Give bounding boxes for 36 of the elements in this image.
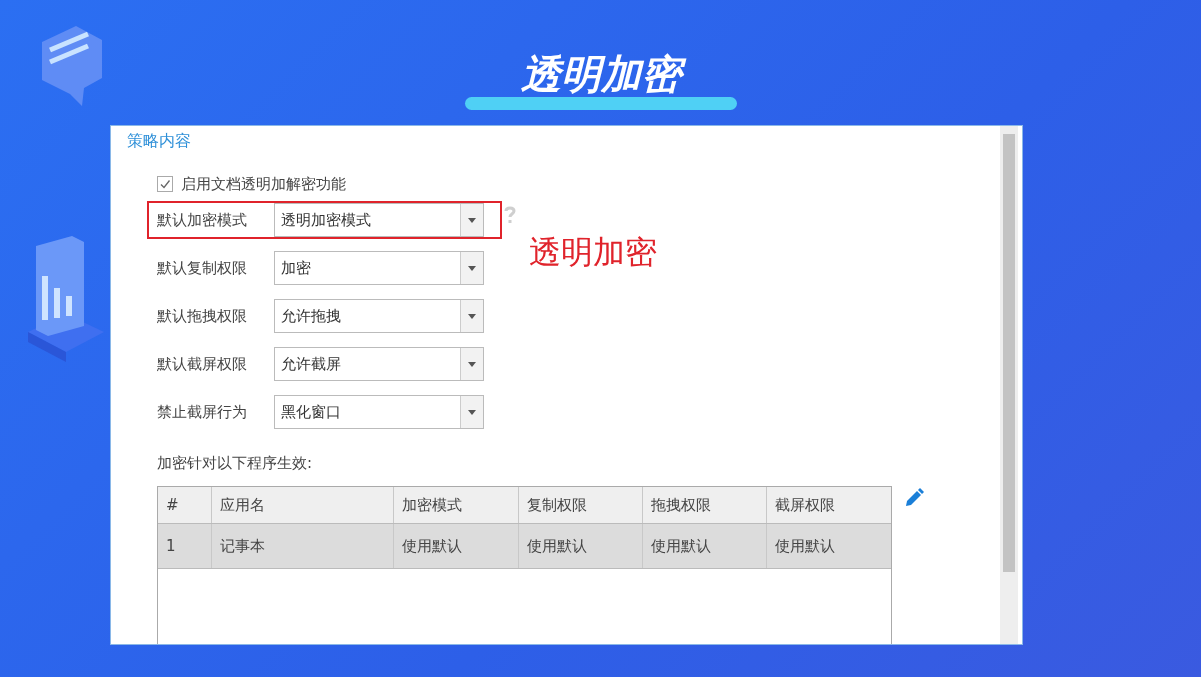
caret-icon xyxy=(468,409,476,415)
field-label: 默认拖拽权限 xyxy=(157,306,248,326)
field-label: 默认加密模式 xyxy=(157,210,248,230)
field-label: 默认截屏权限 xyxy=(157,354,248,374)
annotation-label: 透明加密 xyxy=(529,232,657,273)
column-header[interactable]: 拖拽权限 xyxy=(642,487,767,523)
dropdown[interactable]: 允许截屏 xyxy=(274,347,484,381)
field-label: 禁止截屏行为 xyxy=(157,402,248,422)
caret-icon xyxy=(468,361,476,367)
section-heading: 策略内容 xyxy=(127,130,192,152)
column-header[interactable]: 应用名 xyxy=(211,487,395,523)
table-cell: 使用默认 xyxy=(394,524,519,568)
table-cell: 使用默认 xyxy=(642,524,767,568)
checkbox[interactable] xyxy=(157,176,173,192)
field-label: 默认复制权限 xyxy=(157,258,248,278)
column-header[interactable]: # xyxy=(158,487,212,523)
table-cell-text: 使用默认 xyxy=(773,535,836,557)
table-caption: 加密针对以下程序生效: xyxy=(157,453,314,474)
scrollbar[interactable] xyxy=(1000,126,1018,644)
table-cell: 记事本 xyxy=(211,524,395,568)
dropdown[interactable]: 黑化窗口 xyxy=(274,395,484,429)
caret-icon xyxy=(468,265,476,271)
caret-icon xyxy=(468,217,476,223)
dropdown[interactable]: 透明加密模式 xyxy=(274,203,484,237)
column-header[interactable]: 复制权限 xyxy=(518,487,643,523)
table-row[interactable]: 1 记事本 使用默认 使用默认 使用默认 使用默认 xyxy=(158,524,891,569)
column-header[interactable]: 加密模式 xyxy=(394,487,519,523)
table-cell: 1 xyxy=(158,524,212,568)
dropdown[interactable]: 加密 xyxy=(274,251,484,285)
pencil-icon[interactable] xyxy=(904,488,924,508)
slide-title: 透明加密 xyxy=(510,51,691,97)
dropdown[interactable]: 允许拖拽 xyxy=(274,299,484,333)
column-header[interactable]: 截屏权限 xyxy=(766,487,891,523)
caret-icon xyxy=(468,313,476,319)
table-cell: 使用默认 xyxy=(518,524,643,568)
checkbox-label: 启用文档透明加解密功能 xyxy=(181,174,346,194)
